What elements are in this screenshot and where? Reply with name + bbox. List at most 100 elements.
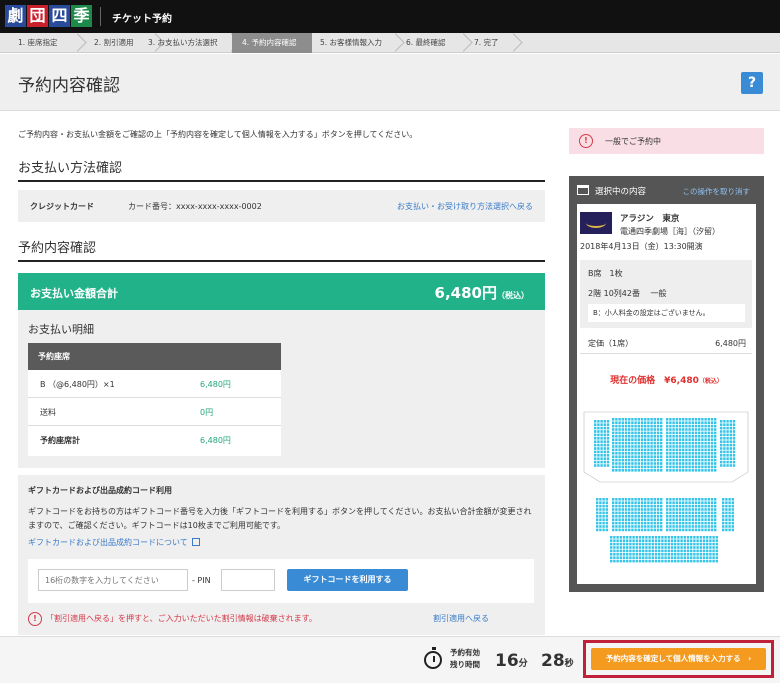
seat [619,539,622,542]
seat [672,465,675,469]
seat [682,431,685,435]
seat [610,542,613,546]
seat [616,546,619,549]
seat [678,498,682,501]
seat [654,539,658,542]
seat [615,469,618,472]
seat [725,501,728,504]
seat [685,525,688,528]
seat [619,553,622,556]
seat [660,501,663,504]
seat [644,469,647,472]
seat [631,441,634,445]
seat [667,556,670,559]
seat [722,528,725,532]
seat [628,511,631,515]
shiki-logo[interactable]: 劇 団 四 季 [5,5,93,27]
seat [669,431,672,435]
seat [645,536,648,539]
seat [725,498,728,501]
seat [628,441,631,445]
seat [731,518,734,521]
change-payment-link[interactable]: お支払い・お受け取り方法選択へ戻る [397,201,533,212]
seat [637,469,640,472]
seat [628,518,631,521]
seat [612,528,615,532]
seat [677,542,680,546]
seat [635,546,638,549]
seat [615,428,618,431]
total-label: お支払い金額合計 [30,287,118,300]
seat [688,498,691,501]
seat [688,462,691,465]
seat [597,457,600,460]
seat [622,542,626,546]
seat [642,556,645,559]
seat [729,430,732,433]
seat [693,539,696,542]
seat [706,549,709,553]
seat [683,549,686,553]
booking-mode-notice: ! 一般でご予約中 [569,128,764,154]
seat [600,423,603,426]
details-heading: お支払い明細 [28,323,94,336]
seat [597,440,600,443]
show-thumbnail [580,212,612,234]
stopwatch-icon [424,647,442,669]
seat [682,528,685,532]
undo-link[interactable]: この操作を取り消す [683,186,751,197]
seat [600,430,603,433]
seat [628,498,631,501]
seat [696,559,699,563]
seat [691,445,694,448]
seat [596,525,599,528]
seat [675,508,678,511]
seat [667,553,670,556]
seat [682,445,685,448]
seat [710,441,714,445]
seat [640,465,644,469]
seat [698,501,701,504]
seat [653,428,656,431]
confirm-and-continue-button[interactable]: 予約内容を確定して個人情報を入力する › [591,648,766,670]
seat [672,498,675,501]
help-icon[interactable]: ? [741,72,763,94]
seconds-value: 28 [541,651,565,671]
gift-about-link[interactable]: ギフトカードおよび出品成約コードについて [28,537,200,548]
seat [634,469,637,472]
seat [714,428,717,431]
seat [678,518,682,521]
seat [650,445,653,448]
pin-input[interactable] [221,569,275,591]
seat [664,542,667,546]
seat [619,542,622,546]
seat [634,528,637,532]
tax-note: （税込） [497,291,529,300]
seat [594,423,597,426]
apply-gift-button[interactable]: ギフトコードを利用する [287,569,408,591]
seat [660,508,663,511]
seat [669,418,672,421]
seat [731,498,734,501]
seat [693,536,696,539]
seat [723,437,726,440]
seat [600,454,603,457]
step-label: 4. 予約内容確認 [242,38,297,47]
seat [631,465,634,469]
seat [726,447,729,450]
seat [688,441,691,445]
seat [685,438,688,441]
seat [612,515,615,518]
back-to-discount-link[interactable]: 割引適用へ戻る [433,613,489,624]
seat [648,539,651,542]
seat [637,515,640,518]
gift-code-input[interactable] [38,569,188,591]
seat [694,438,698,441]
seat [637,501,640,504]
seat [616,553,619,556]
seat [638,536,642,539]
seat [691,528,694,532]
seat [622,546,626,549]
seat [651,549,654,553]
seat [650,452,653,455]
